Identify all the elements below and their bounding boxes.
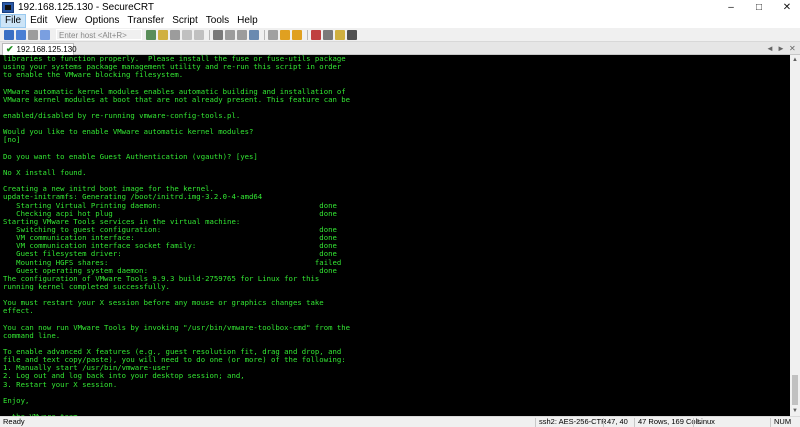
toolbar-separator — [209, 29, 210, 40]
terminal-line: 2. Log out and log back into your deskto… — [3, 371, 245, 381]
menu-bar: File Edit View Options Transfer Script Tools He… — [0, 14, 800, 28]
disconnect-icon[interactable] — [146, 29, 156, 40]
menu-edit[interactable]: Edit — [26, 14, 51, 28]
title-bar: 192.168.125.130 - SecureCRT – □ ✕ — [0, 0, 800, 14]
status-divider — [634, 418, 635, 427]
session-tab-label: 192.168.125.130 — [16, 45, 77, 54]
scroll-thumb[interactable] — [792, 375, 798, 405]
reconnect-icon[interactable] — [40, 29, 50, 40]
key-map-icon[interactable] — [268, 29, 278, 40]
connect-in-tab-icon[interactable] — [28, 29, 38, 40]
tab-close-button[interactable]: ✕ — [789, 42, 796, 55]
settings-icon[interactable] — [237, 29, 247, 40]
status-divider — [693, 418, 694, 427]
menu-transfer[interactable]: Transfer — [123, 14, 168, 28]
terminal-line: running kernel completed successfully. — [3, 281, 170, 291]
minimize-button[interactable]: – — [720, 0, 742, 14]
terminal-line: [no] — [3, 135, 21, 145]
toolbar-separator — [307, 29, 308, 40]
terminal-line: You can now run VMware Tools by invoking… — [3, 322, 351, 332]
status-protocol: ssh2: AES-256-CTR — [539, 417, 607, 426]
terminal-line: VMware kernel modules at boot that are n… — [3, 94, 351, 104]
activator-icon[interactable] — [347, 29, 357, 40]
maximize-button[interactable]: □ — [748, 0, 770, 14]
help-icon[interactable] — [292, 29, 302, 40]
status-terminal-size: 47 Rows, 169 Cols — [638, 417, 701, 426]
print-icon[interactable] — [213, 29, 223, 40]
menu-tools[interactable]: Tools — [202, 14, 233, 28]
menu-file[interactable]: File — [0, 14, 27, 28]
terminal-line: Enjoy, — [3, 395, 30, 405]
connect-icon[interactable] — [4, 29, 14, 40]
terminal-line: Would you like to enable VMware automati… — [3, 127, 254, 137]
quick-connect-icon[interactable] — [16, 29, 26, 40]
securecrt-app-icon[interactable] — [2, 1, 14, 13]
about-icon[interactable] — [335, 29, 345, 40]
status-divider — [535, 418, 536, 427]
session-tab-bar: ✔ 192.168.125.130 ◄ ► ✕ — [0, 42, 800, 55]
menu-options[interactable]: Options — [81, 14, 123, 28]
status-bar: Ready ssh2: AES-256-CTR 47, 40 47 Rows, … — [0, 416, 800, 427]
sftp-icon[interactable] — [280, 29, 290, 40]
toolbar: Enter host <Alt+R> — [0, 28, 800, 42]
session-tab[interactable]: ✔ 192.168.125.130 — [2, 43, 77, 55]
status-divider — [603, 418, 604, 427]
scroll-up-arrow-icon[interactable]: ▲ — [790, 55, 800, 65]
terminal-line: command line. — [3, 330, 61, 340]
scroll-down-arrow-icon[interactable]: ▼ — [790, 406, 800, 416]
status-divider — [770, 418, 771, 427]
toolbar-separator — [264, 29, 265, 40]
close-button[interactable]: ✕ — [776, 0, 798, 14]
terminal-line: 3. Restart your X session. — [3, 379, 118, 389]
find-icon[interactable] — [194, 29, 204, 40]
tab-scroll-right-button[interactable]: ► — [777, 42, 785, 55]
status-os: Linux — [697, 417, 715, 426]
status-cursor-position: 47, 40 — [607, 417, 628, 426]
paste-icon[interactable] — [170, 29, 180, 40]
menu-view[interactable]: View — [51, 14, 81, 28]
terminal-line: enabled/disabled by re-running vmware-co… — [3, 110, 241, 120]
status-num-lock: NUM — [774, 417, 792, 426]
terminal-line: Do you want to enable Guest Authenticati… — [3, 151, 258, 161]
terminal-line: effect. — [3, 306, 34, 316]
session-options-icon[interactable] — [249, 29, 259, 40]
terminal-line: You must restart your X session before a… — [3, 298, 324, 308]
status-ready: Ready — [3, 417, 25, 426]
copy-paste-icon[interactable] — [182, 29, 192, 40]
host-input[interactable]: Enter host <Alt+R> — [56, 29, 142, 40]
copy-icon[interactable] — [158, 29, 168, 40]
tab-scroll-left-button[interactable]: ◄ — [766, 42, 774, 55]
print-selection-icon[interactable] — [225, 29, 235, 40]
terminal-line: No X install found. — [3, 167, 87, 177]
terminal-scrollbar[interactable]: ▲ ▼ — [790, 55, 800, 416]
terminal-output[interactable]: libraries to function properly. Please i… — [0, 55, 790, 416]
keymap-icon[interactable] — [311, 29, 321, 40]
menu-help[interactable]: Help — [233, 14, 262, 28]
script-icon[interactable] — [323, 29, 333, 40]
connected-check-icon: ✔ — [6, 44, 14, 54]
terminal-line: to enable the VMware blocking filesystem… — [3, 70, 184, 80]
menu-script[interactable]: Script — [168, 14, 202, 28]
window-title: 192.168.125.130 - SecureCRT — [18, 1, 155, 13]
